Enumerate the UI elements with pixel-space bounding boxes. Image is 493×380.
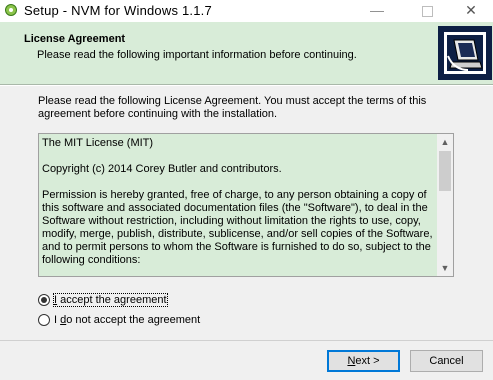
decline-label[interactable]: I do not accept the agreement bbox=[54, 314, 200, 326]
minimize-button[interactable]: — bbox=[355, 0, 399, 22]
next-label: ext > bbox=[355, 355, 380, 367]
scroll-down-icon[interactable]: ▼ bbox=[437, 260, 453, 276]
nvm-app-icon bbox=[5, 4, 17, 16]
license-paragraph: Copyright (c) 2014 Corey Butler and cont… bbox=[42, 163, 282, 175]
vertical-scrollbar[interactable]: ▲ ▼ bbox=[437, 134, 453, 276]
cancel-button[interactable]: Cancel bbox=[410, 350, 483, 372]
instructions-text: Please read the following License Agreem… bbox=[38, 95, 427, 120]
footer-divider bbox=[0, 340, 493, 341]
page-title: License Agreement bbox=[24, 33, 126, 45]
accept-label[interactable]: I accept the agreement bbox=[53, 293, 168, 307]
maximize-button[interactable] bbox=[405, 0, 449, 22]
setup-computer-icon bbox=[438, 26, 492, 80]
decline-radio[interactable] bbox=[38, 314, 50, 326]
window-title: Setup - NVM for Windows 1.1.7 bbox=[24, 3, 212, 18]
maximize-icon bbox=[421, 5, 433, 17]
header-divider bbox=[0, 85, 493, 86]
page-subtitle: Please read the following important info… bbox=[37, 49, 357, 61]
wizard-header: License Agreement Please read the follow… bbox=[0, 22, 493, 85]
title-bar: Setup - NVM for Windows 1.1.7 — ✕ bbox=[0, 0, 493, 22]
accept-label-text: accept the agreement bbox=[57, 294, 167, 306]
license-paragraph: The MIT License (MIT) bbox=[42, 137, 154, 149]
decline-label-text: o not accept the agreement bbox=[66, 314, 201, 326]
accept-radio[interactable] bbox=[38, 294, 50, 306]
close-button[interactable]: ✕ bbox=[449, 0, 493, 22]
next-button[interactable]: Next > bbox=[327, 350, 400, 372]
license-text-box[interactable]: The MIT License (MIT) Copyright (c) 2014… bbox=[38, 133, 454, 277]
license-paragraph: Permission is hereby granted, free of ch… bbox=[42, 189, 433, 266]
license-text: The MIT License (MIT) Copyright (c) 2014… bbox=[42, 137, 437, 276]
scroll-up-icon[interactable]: ▲ bbox=[437, 134, 453, 150]
scrollbar-thumb[interactable] bbox=[439, 151, 451, 191]
